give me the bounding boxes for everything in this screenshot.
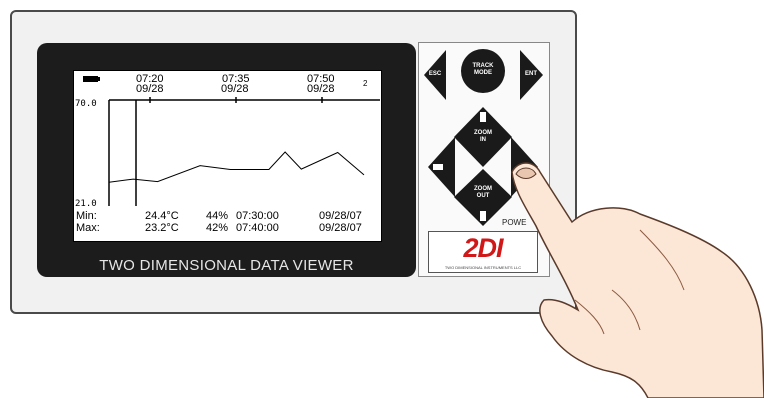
hand-outline [511,162,764,398]
fingernail [515,167,537,179]
pointing-hand-image [511,162,764,398]
